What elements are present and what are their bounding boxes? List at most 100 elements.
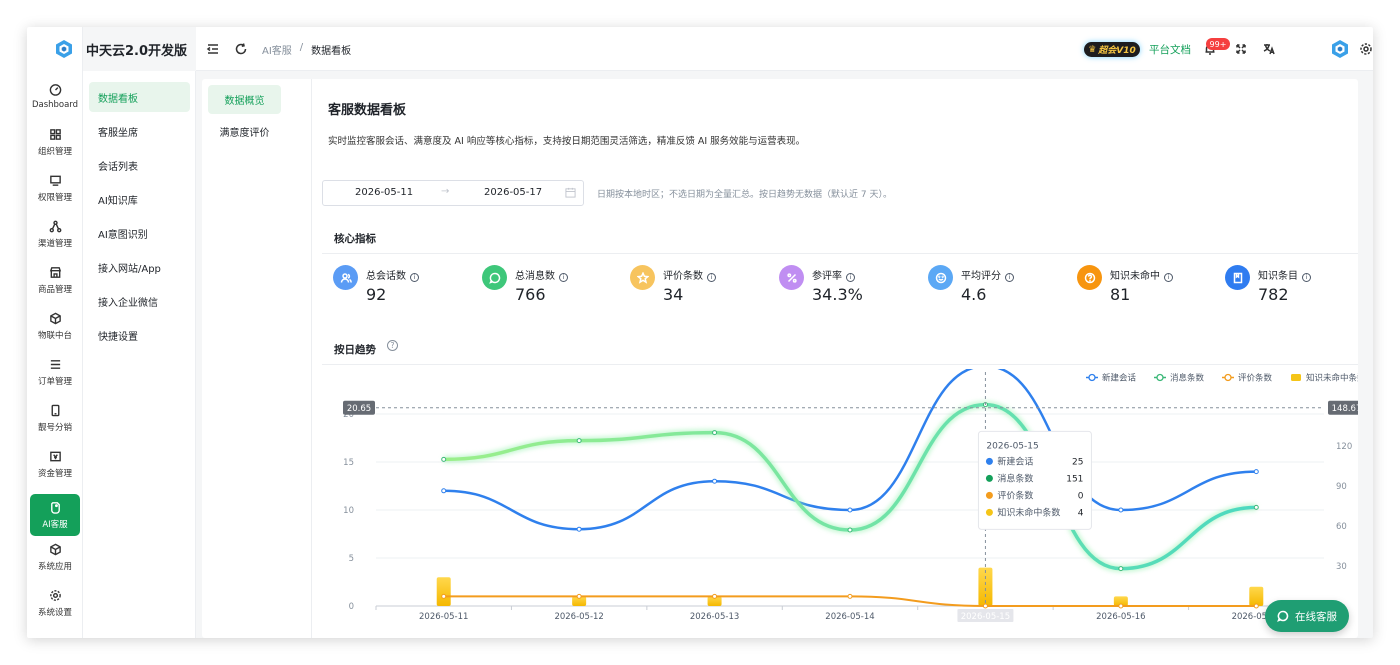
platform-docs-link[interactable]: 平台文档 <box>1149 42 1191 57</box>
y-right-tick-label: 60 <box>1336 522 1347 532</box>
rail-item-ai-service[interactable]: AI客服 <box>30 494 80 536</box>
rail-item-org[interactable]: 组织管理 <box>30 121 80 163</box>
metric-label: 评价条数 <box>663 271 703 282</box>
series-point <box>847 507 853 513</box>
info-icon[interactable]: i <box>1005 273 1014 282</box>
help-icon[interactable]: ? <box>387 340 398 351</box>
rail-item-permission[interactable]: 权限管理 <box>30 167 80 209</box>
fullscreen-button[interactable] <box>1234 41 1248 55</box>
top-header: AI客服 / 数据看板 ♛ 超会V10 平台文档 99+ <box>196 27 1373 71</box>
tooltip-title: 2026-05-15 <box>986 441 1038 451</box>
legend-label: 新建会话 <box>1102 373 1137 384</box>
main-nav-rail: Dashboard 组织管理 权限管理 渠道管理 商品管理 物联中台 订单管理 <box>27 27 83 638</box>
dashboard-main: 客服数据看板 实时监控客服会话、满意度及 AI 响应等核心指标，支持按日期范围灵… <box>312 79 1358 638</box>
y-left-tick-label: 10 <box>343 506 354 516</box>
info-icon[interactable]: i <box>846 273 855 282</box>
rail-item-number[interactable]: 靓号分销 <box>30 397 80 439</box>
avatar[interactable] <box>1330 39 1350 59</box>
y-right-tick-label: 30 <box>1336 562 1347 572</box>
metric-value: 782 <box>1258 285 1289 304</box>
rail-item-channel[interactable]: 渠道管理 <box>30 213 80 255</box>
series-point <box>441 488 447 494</box>
rail-item-order[interactable]: 订单管理 <box>30 351 80 393</box>
tooltip-series-name: 消息条数 <box>997 472 1033 484</box>
grid-icon <box>49 128 61 140</box>
rail-item-settings[interactable]: 系统设置 <box>30 582 80 624</box>
info-icon[interactable]: i <box>410 273 419 282</box>
metric-total-sessions: 总会话数 i 92 <box>333 265 473 310</box>
x-tick-label: 2026-05-11 <box>419 612 468 622</box>
x-tick-label: 2026-05-16 <box>1096 612 1145 622</box>
metric-value: 4.6 <box>961 285 987 304</box>
y-left-tick-label: 5 <box>349 554 354 564</box>
rail-item-fund[interactable]: 资金管理 <box>30 443 80 485</box>
metric-label: 总会话数 <box>366 271 406 282</box>
trend-title: 按日趋势 <box>334 344 376 356</box>
refresh-button[interactable] <box>234 41 248 55</box>
online-service-button[interactable]: 在线客服 <box>1265 600 1349 632</box>
series-point <box>1118 603 1124 609</box>
content-panel: 数据概览 满意度评价 客服数据看板 实时监控客服会话、满意度及 AI 响应等核心… <box>202 79 1358 638</box>
tooltip-dot <box>985 457 993 465</box>
submenu-item-dashboard[interactable]: 数据看板 <box>89 82 190 112</box>
submenu-item-wecom[interactable]: 接入企业微信 <box>89 286 190 316</box>
menu-fold-button[interactable] <box>206 41 220 55</box>
rail-item-dashboard[interactable]: Dashboard <box>30 75 80 117</box>
core-metrics-title: 核心指标 <box>334 233 376 245</box>
series-point <box>712 593 718 599</box>
page-description: 实时监控客服会话、满意度及 AI 响应等核心指标，支持按日期范围灵活筛选，精准反… <box>328 136 806 147</box>
submenu-item-agent[interactable]: 客服坐席 <box>89 116 190 146</box>
crosshair-left-label: 20.65 <box>347 404 371 414</box>
rail-item-iot[interactable]: 物联中台 <box>30 305 80 347</box>
series-point <box>441 593 447 599</box>
info-icon[interactable]: i <box>707 273 716 282</box>
gear-icon <box>49 589 61 601</box>
tab-data-overview[interactable]: 数据概览 <box>208 85 281 114</box>
rail-item-system-app[interactable]: 系统应用 <box>30 536 80 578</box>
range-arrow: → <box>441 186 450 197</box>
settings-button[interactable] <box>1359 41 1373 55</box>
tab-satisfaction[interactable]: 满意度评价 <box>208 117 281 146</box>
series-point <box>847 593 853 599</box>
metric-review-rate: 参评率 i 34.3% <box>779 265 919 310</box>
date-range-picker[interactable]: 2026-05-11 → 2026-05-17 <box>322 180 584 206</box>
info-icon[interactable]: i <box>1302 273 1311 282</box>
question-icon <box>1077 265 1102 290</box>
breadcrumb: AI客服 / 数据看板 <box>262 42 351 57</box>
metric-label: 总消息数 <box>515 271 555 282</box>
bar-knowledge-miss <box>1249 586 1264 606</box>
page-title: 客服数据看板 <box>328 103 407 118</box>
tooltip-dot <box>985 474 993 482</box>
tooltip-series-value: 0 <box>1078 491 1084 501</box>
app-logo[interactable]: 中天云2.0开发版 <box>27 27 197 71</box>
range-start-date[interactable]: 2026-05-11 <box>355 187 413 198</box>
breadcrumb-separator: / <box>299 42 304 53</box>
calendar-icon <box>565 187 576 198</box>
view-tabs: 数据概览 满意度评价 <box>202 79 312 638</box>
vip-badge[interactable]: ♛ 超会V10 <box>1084 42 1140 57</box>
metric-review-count: 评价条数 i 34 <box>630 265 770 310</box>
app-name: 中天云2.0开发版 <box>86 43 188 59</box>
submenu-item-intent[interactable]: AI意图识别 <box>89 218 190 248</box>
metric-knowledge-entries: 知识条目 i 782 <box>1225 265 1358 310</box>
range-end-date[interactable]: 2026-05-17 <box>484 187 542 198</box>
submenu-item-sessions[interactable]: 会话列表 <box>89 150 190 180</box>
info-icon[interactable]: i <box>1164 273 1173 282</box>
store-icon <box>49 266 61 278</box>
tooltip-series-value: 25 <box>1072 457 1083 467</box>
share-icon <box>49 220 61 232</box>
submenu-item-shortcut[interactable]: 快捷设置 <box>89 320 190 350</box>
app-window: 中天云2.0开发版 Dashboard 组织管理 权限管理 渠道管理 商品管理 … <box>27 27 1373 638</box>
language-button[interactable] <box>1262 41 1276 55</box>
submenu-item-knowledge[interactable]: AI知识库 <box>89 184 190 214</box>
x-tick-label: 2026-05-14 <box>825 612 874 622</box>
breadcrumb-parent[interactable]: AI客服 <box>262 42 292 57</box>
rail-item-goods[interactable]: 商品管理 <box>30 259 80 301</box>
divider <box>322 253 1358 254</box>
submenu-item-web-app[interactable]: 接入网站/App <box>89 252 190 282</box>
y-left-tick-label: 25 <box>343 369 354 372</box>
metric-label: 知识未命中 <box>1110 271 1160 282</box>
y-right-tick-label: 180 <box>1336 369 1352 372</box>
info-icon[interactable]: i <box>559 273 568 282</box>
monitor-icon <box>49 175 61 186</box>
